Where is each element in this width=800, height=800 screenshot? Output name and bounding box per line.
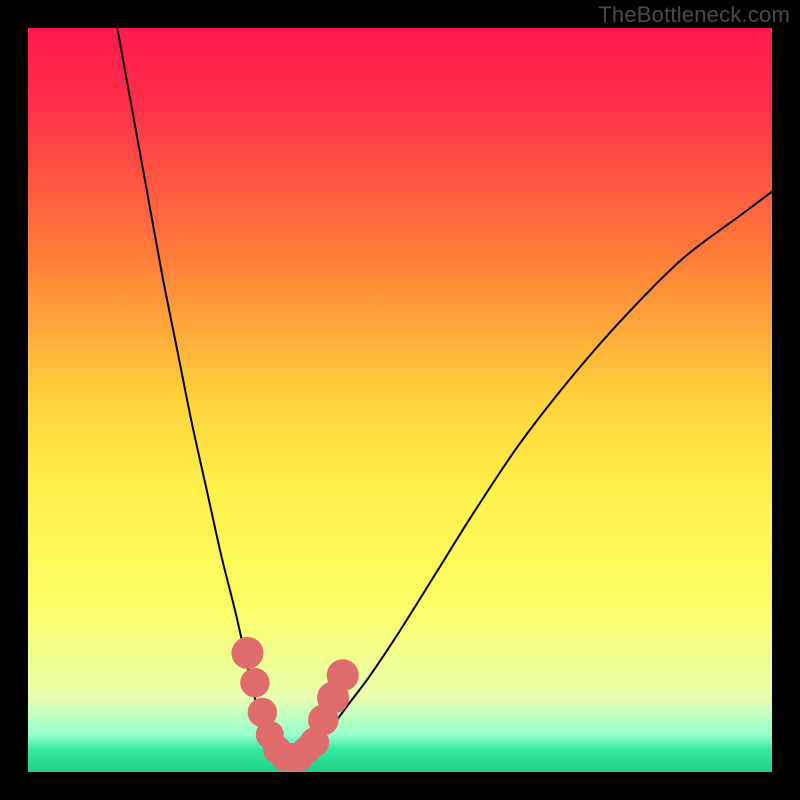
chart-plot-area — [28, 28, 772, 772]
watermark-text: TheBottleneck.com — [598, 2, 790, 28]
chart-svg — [28, 28, 772, 772]
chart-frame: TheBottleneck.com — [0, 0, 800, 800]
chart-background — [28, 28, 772, 772]
data-marker — [240, 668, 269, 697]
data-marker — [327, 659, 359, 691]
data-marker — [231, 637, 263, 669]
